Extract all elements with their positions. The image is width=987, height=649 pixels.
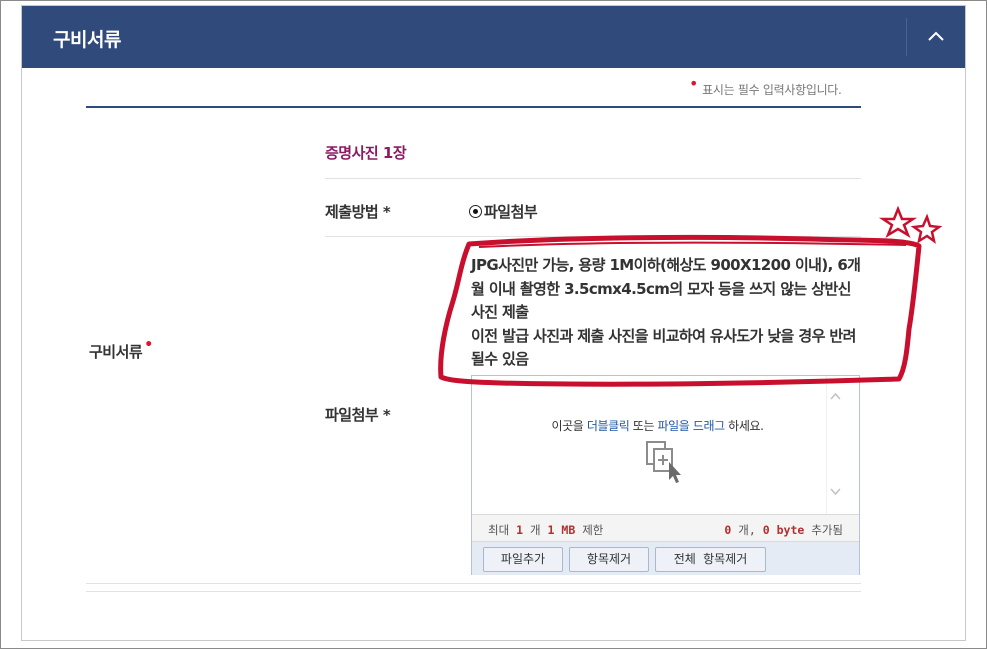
row-label-text: 구비서류 <box>89 343 143 361</box>
limit-count-unit: 개 <box>529 523 541 537</box>
scroll-down-icon[interactable] <box>830 488 841 496</box>
collapse-button[interactable] <box>907 6 965 68</box>
limit-size-unit: MB <box>561 523 576 537</box>
added-bytes: 0 <box>762 523 770 537</box>
added-count: 0 <box>724 523 732 537</box>
remove-item-button[interactable]: 항목제거 <box>569 547 649 572</box>
table-top-border <box>86 106 861 108</box>
row-label: 구비서류 • <box>89 337 153 362</box>
added-suffix: 추가됨 <box>811 523 843 537</box>
required-dot: • <box>689 74 699 93</box>
added-count-unit: 개, <box>738 523 756 537</box>
chevron-up-icon <box>928 31 944 41</box>
row-divider <box>86 583 861 584</box>
upload-button-bar: 파일추가 항목제거 전체 항목제거 <box>472 542 859 575</box>
required-note: • 표시는 필수 입력사항입니다. <box>689 74 842 98</box>
remove-all-button[interactable]: 전체 항목제거 <box>655 547 766 572</box>
row-required-dot: • <box>144 337 153 353</box>
drop-text-prefix: 이곳을 <box>551 419 587 433</box>
added-bytes-unit: byte <box>776 523 805 537</box>
row-divider <box>325 236 861 237</box>
radio-file-attach[interactable]: 파일첨부 <box>469 201 538 222</box>
submit-method-label: 제출방법 * <box>325 203 391 221</box>
panel-title: 구비서류 <box>53 29 121 51</box>
notice-line-1: JPG사진만 가능, 용량 1M이하(해상도 900X1200 이내), 6개월… <box>471 256 861 321</box>
notice-line-2: 이전 발급 사진과 제출 사진을 비교하여 유사도가 낮을 경우 반려 될수 있… <box>471 326 856 369</box>
upload-limit-text: 최대 1 개 1 MB 제한 <box>488 522 603 538</box>
drop-area-scrollbar[interactable] <box>826 376 843 514</box>
radio-selected-icon[interactable] <box>469 205 482 218</box>
drop-text-double-click: 더블클릭 <box>586 419 630 433</box>
drop-text-drag: 파일을 드래그 <box>657 419 726 433</box>
scroll-up-icon[interactable] <box>830 392 841 400</box>
limit-count: 1 <box>516 523 524 537</box>
radio-file-attach-label: 파일첨부 <box>484 203 538 221</box>
file-drop-area[interactable]: 이곳을 더블클릭 또는 파일을 드래그 하세요. <box>472 376 843 514</box>
page-frame: 구비서류 • 표시는 필수 입력사항입니다. 구비서류 • 증명사진 1장 제출방법… <box>0 0 987 649</box>
table-bottom-border <box>86 591 861 592</box>
limit-suffix: 제한 <box>582 523 604 537</box>
row-divider <box>325 178 861 179</box>
upload-status-bar: 최대 1 개 1 MB 제한 0 개, 0 byte 추가됨 <box>472 514 859 542</box>
required-note-text: 표시는 필수 입력사항입니다. <box>702 83 842 97</box>
upload-added-text: 0 개, 0 byte 추가됨 <box>724 522 843 538</box>
limit-size: 1 <box>547 523 555 537</box>
file-upload-widget: 이곳을 더블클릭 또는 파일을 드래그 하세요. 최대 1 개 1 MB 제한 … <box>471 375 860 575</box>
photo-notice: JPG사진만 가능, 용량 1M이하(해상도 900X1200 이내), 6개월… <box>471 254 866 372</box>
drop-instructions: 이곳을 더블클릭 또는 파일을 드래그 하세요. <box>472 417 843 434</box>
limit-prefix: 최대 <box>488 523 510 537</box>
drop-text-suffix: 하세요. <box>724 419 764 433</box>
drop-text-middle: 또는 <box>629 419 658 433</box>
file-add-icon <box>646 441 681 483</box>
add-file-button[interactable]: 파일추가 <box>483 547 563 572</box>
panel-header: 구비서류 <box>22 6 965 68</box>
section-title: 증명사진 1장 <box>325 144 407 162</box>
file-attach-label: 파일첨부 * <box>325 406 391 424</box>
